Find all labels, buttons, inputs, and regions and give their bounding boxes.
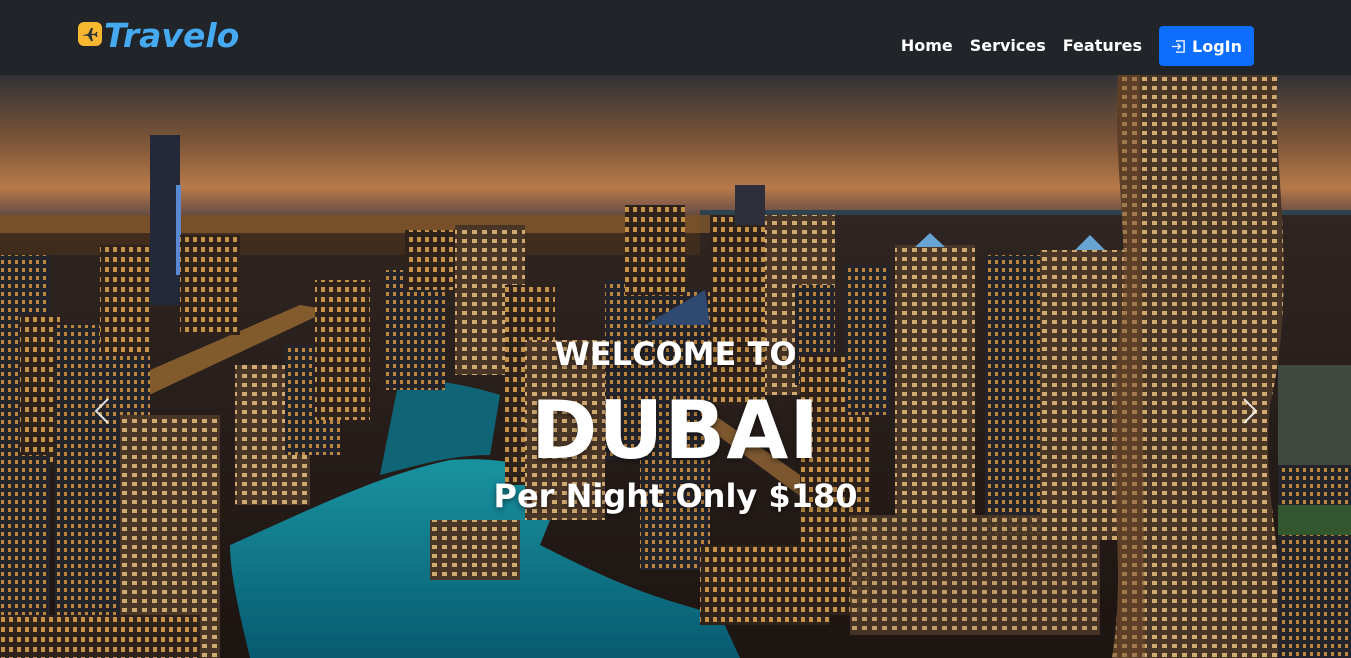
brand-logo[interactable]: Travelo <box>78 16 239 56</box>
hero-carousel: WELCOME TO DUBAI Per Night Only $180 <box>0 75 1351 658</box>
top-navbar: Travelo Home Services Features LogIn <box>0 0 1351 75</box>
chevron-right-icon <box>1243 398 1258 424</box>
nav-services-link[interactable]: Services <box>970 26 1046 66</box>
nav-features-link[interactable]: Features <box>1063 26 1142 66</box>
login-label: LogIn <box>1192 36 1242 56</box>
carousel-next-button[interactable] <box>1234 391 1264 431</box>
airplane-icon <box>78 22 102 46</box>
hero-price-text: Per Night Only $180 <box>493 477 858 515</box>
login-button[interactable]: LogIn <box>1159 26 1254 66</box>
brand-name: Travelo <box>104 16 240 55</box>
nav-home-link[interactable]: Home <box>901 26 953 66</box>
hero-city-title: DUBAI <box>530 384 821 477</box>
hero-welcome-text: WELCOME TO <box>554 335 797 373</box>
login-arrow-icon <box>1171 39 1185 53</box>
main-nav: Home Services Features LogIn <box>901 26 1254 66</box>
